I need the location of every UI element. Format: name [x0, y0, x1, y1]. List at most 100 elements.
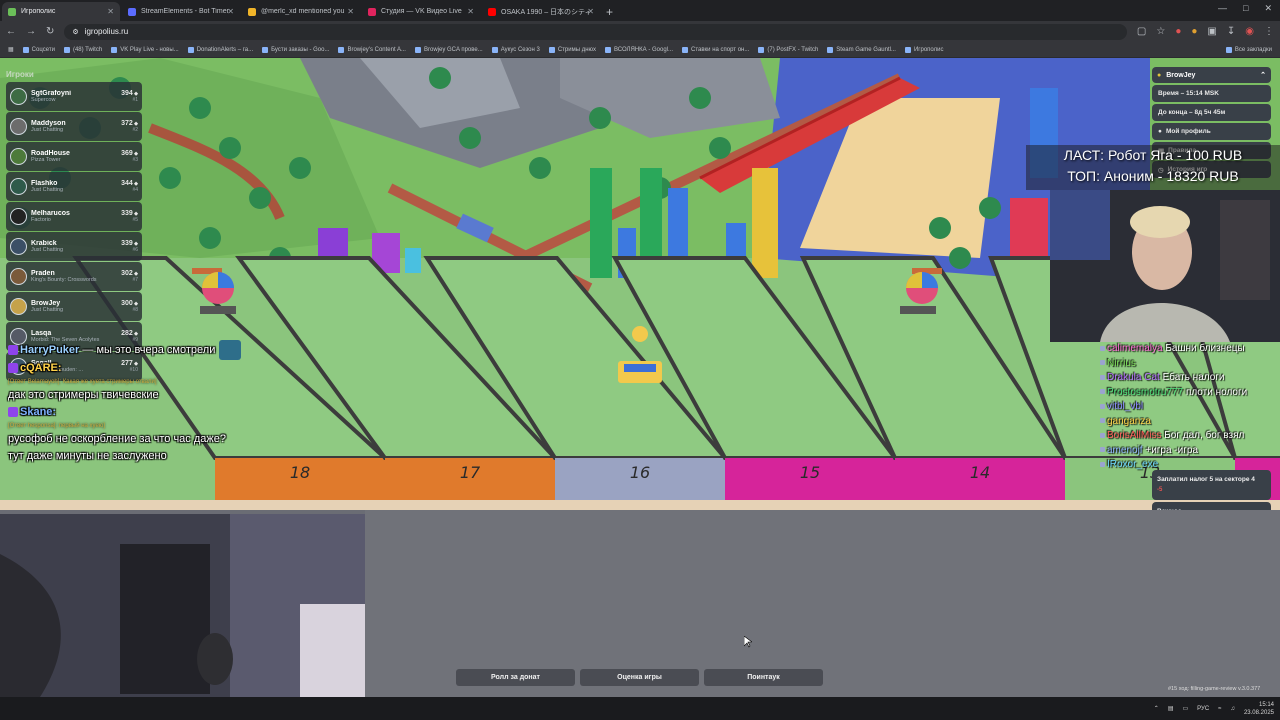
last-donation: ЛАСТ: Робот Яга - 100 RUB	[1063, 147, 1243, 163]
download-icon[interactable]: ↧	[1227, 26, 1235, 37]
time-remaining: До конца – 8д 5ч 45м	[1152, 104, 1271, 121]
reload-icon[interactable]: ↻	[46, 26, 54, 37]
browser-tab[interactable]: @merlc_xd mentioned you ✕	[242, 2, 360, 21]
bookmark-item[interactable]: Стримы днюх	[548, 46, 596, 53]
player-name: RoadHouse	[31, 150, 70, 157]
player-row[interactable]: RoadHouse Pizza Tower 369 ◆ #3	[6, 142, 142, 171]
site-info-icon[interactable]: ⚙	[72, 28, 78, 36]
chat-badge-icon	[1100, 461, 1105, 467]
player-points-value: 394	[121, 90, 133, 97]
bookmark-item[interactable]: (7) PostFX - Twitch	[758, 46, 818, 53]
chat-message: русофоб не оскорбление за что час даже?	[8, 431, 338, 448]
player-name: Flashko	[31, 180, 58, 187]
live-badge-icon	[8, 363, 18, 374]
maximize-icon[interactable]: □	[1243, 3, 1248, 14]
bookmark-item[interactable]: Соцсети	[22, 46, 55, 53]
install-icon[interactable]: ▢	[1137, 26, 1146, 37]
chat-badge-icon	[1100, 447, 1105, 453]
chat-badge-icon	[1100, 345, 1105, 351]
bookmark-star-icon[interactable]: ☆	[1156, 26, 1165, 37]
chevron-up-icon[interactable]: ⌃	[1260, 71, 1266, 79]
display-icon[interactable]: ▭	[1182, 705, 1188, 712]
player-status: Just Chatting	[31, 247, 64, 253]
chat-username: amenojf	[1107, 444, 1143, 456]
streamer-webcam	[1050, 190, 1280, 342]
player-points-value: 300	[121, 300, 133, 307]
tab-close-icon[interactable]: ✕	[467, 7, 474, 16]
bookmark-item[interactable]: Аукус Сезон 3	[491, 46, 540, 53]
player-row[interactable]: Krabick Just Chatting 339 ◆ #6	[6, 232, 142, 261]
bookmark-item[interactable]: (48) Twitch	[63, 46, 102, 53]
tab-close-icon[interactable]: ✕	[227, 7, 234, 16]
player-row[interactable]: Maddyson Just Chatting 372 ◆ #2	[6, 112, 142, 141]
chat-message: BorisAllMiss Бог дал, бог взял	[1100, 429, 1280, 444]
minimize-icon[interactable]: —	[1218, 3, 1227, 14]
chat-message: vitbl_vbl	[1100, 400, 1280, 415]
address-bar[interactable]: ⚙ igropolius.ru	[64, 23, 1127, 40]
profile-avatar[interactable]: ◉	[1245, 26, 1254, 37]
room-camera	[0, 514, 365, 697]
bookmark-item[interactable]: ВСОЛЯНКА - Googl...	[604, 46, 674, 53]
tab-close-icon[interactable]: ✕	[587, 7, 594, 16]
browser-tab[interactable]: Игрополис ✕	[2, 2, 120, 21]
player-points: 394 ◆	[121, 90, 138, 97]
bookmark-label: ВСОЛЯНКА - Googl...	[613, 46, 674, 53]
wifi-icon[interactable]: ≈	[1218, 706, 1221, 712]
forward-icon[interactable]: →	[26, 26, 36, 37]
player-rank: #6	[132, 247, 138, 253]
bookmark-item[interactable]: VK Play Live - новы...	[111, 46, 179, 53]
tab-close-icon[interactable]: ✕	[347, 7, 354, 16]
player-row[interactable]: SgtGrafoyni Supercow 394 ◆ #1	[6, 82, 142, 111]
version-label: #15 ход: filling-game-review v.3.0.377	[1168, 686, 1261, 692]
player-row[interactable]: Melharucos Factorio 339 ◆ #5	[6, 202, 142, 231]
bookmark-label: Steam Game Gauntl...	[836, 46, 896, 53]
system-clock[interactable]: 15:14 23.08.2025	[1244, 701, 1274, 717]
network-icon[interactable]: ▤	[1168, 705, 1174, 712]
player-name: SgtGrafoyni	[31, 90, 72, 97]
extensions-puzzle-icon[interactable]: ▣	[1207, 26, 1216, 37]
apps-grid-icon[interactable]: ▦	[8, 46, 14, 53]
points-auction-button[interactable]: Поинтаук	[704, 669, 823, 686]
account-header[interactable]: ● BrowJey ⌃	[1152, 67, 1271, 83]
bookmark-item[interactable]: DonationAlerts – га...	[187, 46, 253, 53]
tab-label: Студия — VK Видео Live	[381, 8, 462, 15]
my-profile-button[interactable]: ● Мой профиль	[1152, 123, 1271, 140]
all-bookmarks-button[interactable]: Все закладки	[1225, 46, 1272, 53]
back-icon[interactable]: ←	[6, 26, 16, 37]
bookmark-item[interactable]: Browjey's Content A...	[338, 46, 406, 53]
close-window-icon[interactable]: ✕	[1264, 3, 1272, 14]
player-row[interactable]: Praden King's Bounty: Crosswords 302 ◆ #7	[6, 262, 142, 291]
player-avatar	[10, 88, 27, 105]
players-title: Игроки	[6, 69, 34, 79]
bookmark-label: Ставки на спорт он...	[691, 46, 750, 53]
browser-tab[interactable]: StreamElements - Bot Timers ✕	[122, 2, 240, 21]
new-tab-icon[interactable]: +	[606, 2, 613, 21]
player-rank: #4	[132, 187, 138, 193]
extension-icon[interactable]: ●	[1191, 26, 1197, 37]
tab-close-icon[interactable]: ✕	[107, 7, 114, 16]
browser-tab[interactable]: OSAKA 1990 – 日本のシティ ✕	[482, 2, 600, 21]
event-card: Заплатил налог 5 на секторе 4 -5	[1152, 470, 1271, 500]
bookmark-item[interactable]: Steam Game Gauntl...	[827, 46, 896, 53]
player-name: Praden	[31, 270, 55, 277]
menu-dots-icon[interactable]: ⋮	[1264, 26, 1274, 37]
rate-game-button[interactable]: Оценка игры	[580, 669, 699, 686]
bookmark-favicon-icon	[491, 46, 498, 53]
tab-favicon-icon	[488, 7, 496, 16]
volume-icon[interactable]: ♫	[1230, 706, 1235, 712]
roll-for-donation-button[interactable]: Ролл за донат	[456, 669, 575, 686]
bookmark-item[interactable]: Ставки на спорт он...	[682, 46, 750, 53]
browser-tab[interactable]: Студия — VK Видео Live ✕	[362, 2, 480, 21]
language-indicator[interactable]: РУС	[1197, 706, 1209, 712]
player-row[interactable]: BrowJey Just Chatting 300 ◆ #8	[6, 292, 142, 321]
player-row[interactable]: Flashko Just Chatting 344 ◆ #4	[6, 172, 142, 201]
bookmark-label: Аукус Сезон 3	[500, 46, 540, 53]
extension-icon[interactable]: ●	[1175, 26, 1181, 37]
players-panel: Игроки SgtGrafoyni Supercow 394 ◆ #1 Maddyso…	[6, 66, 142, 382]
player-rank: #2	[132, 127, 138, 133]
bookmark-label: Browjey GCA прове...	[423, 46, 483, 53]
bookmark-item[interactable]: Бусти заказы - Goo...	[262, 46, 329, 53]
bookmark-item[interactable]: Browjey GCA прове...	[414, 46, 483, 53]
tray-chevron-icon[interactable]: ⌃	[1154, 705, 1159, 712]
bookmark-item[interactable]: Игрополис	[904, 46, 943, 53]
